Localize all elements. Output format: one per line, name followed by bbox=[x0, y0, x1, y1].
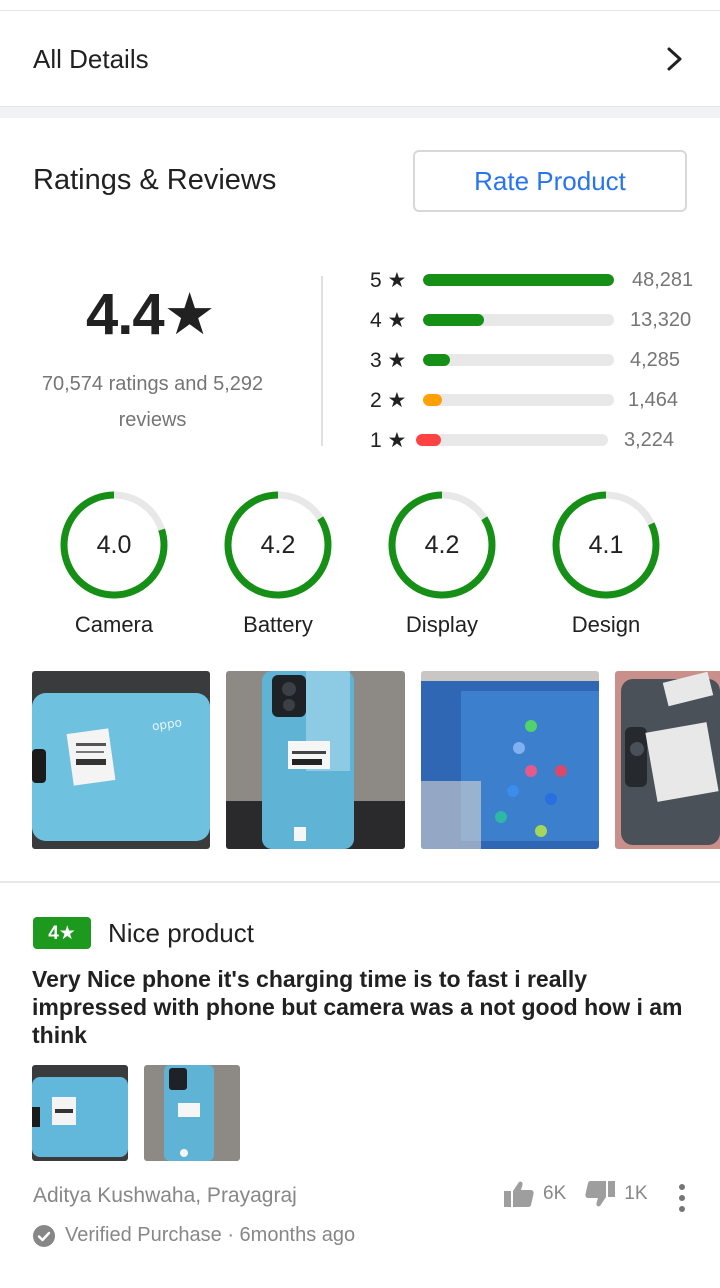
display-rating-label: Display bbox=[405, 612, 479, 637]
rating-bar-count: 1,464 bbox=[628, 388, 679, 411]
section-divider bbox=[0, 881, 720, 883]
rating-bar-row: 4 ★ 13,320 bbox=[370, 305, 700, 335]
rating-bar-track bbox=[423, 274, 614, 286]
rating-bar-row: 5 ★ 48,281 bbox=[370, 265, 700, 295]
rating-bar-label: 5 ★ bbox=[370, 268, 407, 292]
rating-bar-fill bbox=[423, 354, 450, 366]
section-divider bbox=[0, 106, 720, 118]
rating-bar-track bbox=[416, 434, 608, 446]
review-photo-thumbnail[interactable] bbox=[144, 1065, 240, 1161]
customer-photo[interactable]: oppo bbox=[32, 671, 210, 849]
all-details-row[interactable]: All Details bbox=[0, 12, 720, 106]
verified-purchase: Verified Purchase · 6months ago bbox=[33, 1224, 355, 1247]
dislikes-count: 1K bbox=[624, 1183, 648, 1204]
customer-photo[interactable] bbox=[615, 671, 720, 849]
rating-bar-row: 2 ★ 1,464 bbox=[370, 385, 700, 415]
rating-bar-track bbox=[423, 394, 614, 406]
rating-bar-label: 2 ★ bbox=[370, 388, 407, 412]
review-feedback: 6K 1K bbox=[503, 1180, 648, 1208]
rating-bar-fill bbox=[423, 274, 614, 286]
design-rating-circle: 4.1 bbox=[551, 490, 661, 600]
rating-bar-count: 3,224 bbox=[624, 428, 675, 451]
rating-bar-count: 13,320 bbox=[630, 308, 692, 331]
review-body: Very Nice phone it's charging time is to… bbox=[32, 966, 683, 1048]
vertical-divider bbox=[321, 276, 323, 446]
rating-bar-fill bbox=[423, 394, 443, 406]
camera-rating-circle: 4.0 bbox=[59, 490, 169, 600]
customer-photo[interactable] bbox=[226, 671, 405, 849]
average-rating: 4.4★ bbox=[86, 282, 216, 347]
design-rating-value: 4.1 bbox=[588, 530, 624, 559]
rating-bar-track bbox=[423, 354, 614, 366]
thumbs-up-icon[interactable] bbox=[503, 1180, 535, 1208]
camera-rating-label: Camera bbox=[74, 612, 154, 637]
rating-bar-fill bbox=[416, 434, 441, 446]
chevron-right-icon bbox=[667, 47, 682, 71]
verified-check-icon bbox=[33, 1224, 55, 1247]
top-divider bbox=[0, 0, 720, 11]
review-photo-thumbnail[interactable] bbox=[32, 1065, 128, 1161]
design-rating-label: Design bbox=[571, 612, 641, 637]
review-author: Aditya Kushwaha, Prayagraj bbox=[33, 1184, 297, 1207]
rating-bar-row: 3 ★ 4,285 bbox=[370, 345, 700, 375]
rating-bar-label: 1 ★ bbox=[370, 428, 407, 452]
rating-bar-fill bbox=[423, 314, 485, 326]
rating-bar-label: 3 ★ bbox=[370, 348, 407, 372]
rating-bar-label: 4 ★ bbox=[370, 308, 407, 332]
rating-bar-row: 1 ★ 3,224 bbox=[370, 425, 700, 455]
rating-bar-count: 4,285 bbox=[630, 348, 681, 371]
display-rating-circle: 4.2 bbox=[387, 490, 497, 600]
review-rating-badge: 4★ bbox=[33, 917, 91, 949]
rating-bar-track bbox=[423, 314, 614, 326]
camera-rating-value: 4.0 bbox=[96, 530, 132, 559]
battery-rating-value: 4.2 bbox=[260, 530, 296, 559]
more-options-icon[interactable] bbox=[674, 1183, 690, 1213]
rating-bar-count: 48,281 bbox=[632, 268, 694, 291]
battery-rating-circle: 4.2 bbox=[223, 490, 333, 600]
ratings-section-title: Ratings & Reviews bbox=[33, 164, 277, 196]
rate-product-button[interactable]: Rate Product bbox=[413, 150, 687, 212]
customer-photo[interactable] bbox=[421, 671, 599, 849]
review-title: Nice product bbox=[108, 918, 254, 948]
display-rating-value: 4.2 bbox=[424, 530, 460, 559]
likes-count: 6K bbox=[543, 1183, 567, 1204]
thumbs-down-icon[interactable] bbox=[584, 1180, 616, 1208]
ratings-summary: 70,574 ratings and 5,292 reviews bbox=[41, 373, 264, 431]
verified-purchase-text: Verified Purchase · 6months ago bbox=[65, 1224, 356, 1246]
all-details-label: All Details bbox=[33, 43, 149, 74]
battery-rating-label: Battery bbox=[243, 612, 313, 637]
